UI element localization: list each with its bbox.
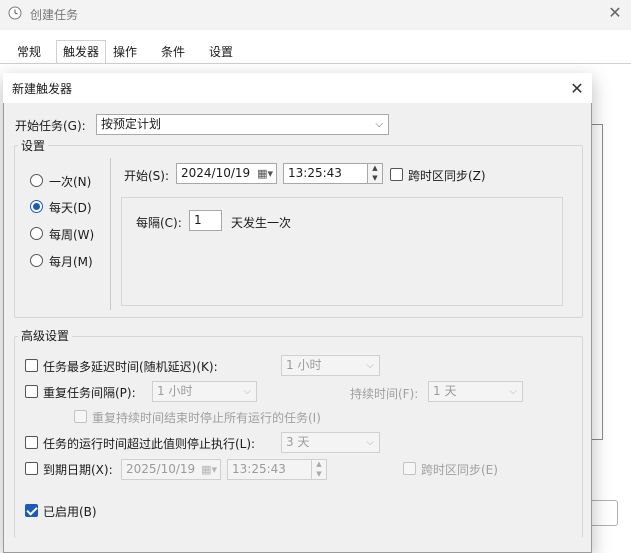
- create-task-close-button[interactable]: ✕: [604, 2, 626, 24]
- stop-if-longer-select[interactable]: 3 天 ⌵: [281, 432, 380, 453]
- sync-timezone-checkbox[interactable]: [390, 168, 403, 181]
- repeat-label[interactable]: 重复任务间隔(P):: [43, 384, 136, 401]
- calendar-icon: ▦▾: [201, 463, 217, 476]
- dialog-close-button[interactable]: ✕: [566, 78, 588, 100]
- tab-conditions[interactable]: 条件: [154, 40, 192, 64]
- tab-general[interactable]: 常规: [10, 40, 48, 64]
- expire-date-picker[interactable]: 2025/10/19 ▦▾: [121, 459, 221, 480]
- tab-triggers[interactable]: 触发器: [56, 40, 107, 64]
- delay-value: 1 小时: [286, 358, 322, 372]
- recur-panel: [121, 197, 563, 306]
- create-task-titlebar: [0, 0, 631, 30]
- radio-weekly[interactable]: [30, 227, 43, 240]
- radio-daily[interactable]: [30, 200, 43, 213]
- chevron-down-icon: ⌵: [366, 437, 374, 448]
- repeat-select[interactable]: 1 小时 ⌵: [152, 381, 257, 402]
- start-label: 开始(S):: [124, 169, 170, 183]
- radio-once-label[interactable]: 一次(N): [49, 173, 91, 190]
- stop-if-longer-value: 3 天: [286, 435, 310, 449]
- spin-down-icon[interactable]: ▼: [368, 174, 382, 183]
- chevron-down-icon: ⌵: [366, 360, 374, 371]
- stop-if-longer-checkbox[interactable]: [25, 436, 38, 449]
- stop-if-longer-label[interactable]: 任务的运行时间超过此值则停止执行(L):: [43, 435, 255, 452]
- begin-task-label: 开始任务(G):: [15, 119, 86, 133]
- spin-up-icon[interactable]: ▲: [312, 460, 326, 469]
- triggers-list-edge: [592, 124, 603, 440]
- duration-select[interactable]: 1 天 ⌵: [428, 381, 523, 402]
- chevron-down-icon: ⌵: [243, 386, 251, 397]
- duration-value: 1 天: [433, 384, 457, 398]
- advanced-group-title: 高级设置: [18, 327, 73, 344]
- enabled-label[interactable]: 已启用(B): [43, 503, 97, 520]
- begin-task-value: 按预定计划: [101, 117, 162, 131]
- expire-sync-label: 跨时区同步(E): [421, 463, 498, 477]
- calendar-icon: ▦▾: [257, 167, 273, 180]
- task-scheduler-icon: [8, 6, 22, 20]
- repeat-value: 1 小时: [157, 384, 193, 398]
- expire-label[interactable]: 到期日期(X):: [43, 461, 113, 478]
- start-time-input[interactable]: 13:25:43 ▲ ▼: [283, 163, 383, 184]
- expire-time-input[interactable]: 13:25:43 ▲ ▼: [227, 459, 327, 480]
- tab-settings[interactable]: 设置: [202, 40, 240, 64]
- start-date-picker[interactable]: 2024/10/19 ▦▾: [176, 163, 277, 184]
- radio-once[interactable]: [30, 174, 43, 187]
- create-task-title: 创建任务: [30, 8, 79, 22]
- radio-daily-label[interactable]: 每天(D): [49, 199, 92, 216]
- repeat-checkbox[interactable]: [25, 385, 38, 398]
- delay-select[interactable]: 1 小时 ⌵: [281, 355, 380, 376]
- radio-monthly-label[interactable]: 每月(M): [49, 253, 93, 270]
- expire-checkbox[interactable]: [25, 462, 38, 475]
- expire-date-value: 2025/10/19: [126, 462, 196, 476]
- start-time-value: 13:25:43: [288, 166, 342, 180]
- tab-divider: [0, 63, 631, 64]
- recur-suffix: 天发生一次: [231, 216, 292, 230]
- start-date-value: 2024/10/19: [181, 166, 251, 180]
- chevron-down-icon: ⌵: [509, 386, 517, 397]
- duration-label: 持续时间(F):: [350, 387, 419, 401]
- stop-all-checkbox[interactable]: [74, 410, 87, 423]
- delay-label[interactable]: 任务最多延迟时间(随机延迟)(K):: [43, 358, 218, 375]
- new-trigger-title: 新建触发器: [12, 82, 73, 96]
- settings-separator: [110, 158, 111, 310]
- recur-label: 每隔(C):: [136, 216, 182, 230]
- delay-checkbox[interactable]: [25, 359, 38, 372]
- background-button-edge: [592, 500, 618, 526]
- expire-time-value: 13:25:43: [232, 462, 286, 476]
- recur-input[interactable]: 1: [189, 210, 222, 231]
- expire-sync-checkbox[interactable]: [403, 462, 416, 475]
- begin-task-select[interactable]: 按预定计划 ⌵: [96, 114, 389, 135]
- tab-actions[interactable]: 操作: [106, 40, 144, 64]
- radio-monthly[interactable]: [30, 254, 43, 267]
- spin-up-icon[interactable]: ▲: [368, 164, 382, 173]
- start-time-spinner[interactable]: ▲ ▼: [367, 164, 382, 183]
- enabled-checkbox[interactable]: [25, 504, 38, 517]
- expire-time-spinner[interactable]: ▲ ▼: [311, 460, 326, 479]
- sync-timezone-label[interactable]: 跨时区同步(Z): [408, 167, 486, 184]
- settings-group-title: 设置: [18, 137, 49, 154]
- new-trigger-titlebar: [3, 73, 592, 103]
- spin-down-icon[interactable]: ▼: [312, 470, 326, 479]
- chevron-down-icon: ⌵: [375, 119, 383, 130]
- radio-weekly-label[interactable]: 每周(W): [49, 226, 94, 243]
- stop-all-label: 重复持续时间结束时停止所有运行的任务(I): [92, 411, 321, 425]
